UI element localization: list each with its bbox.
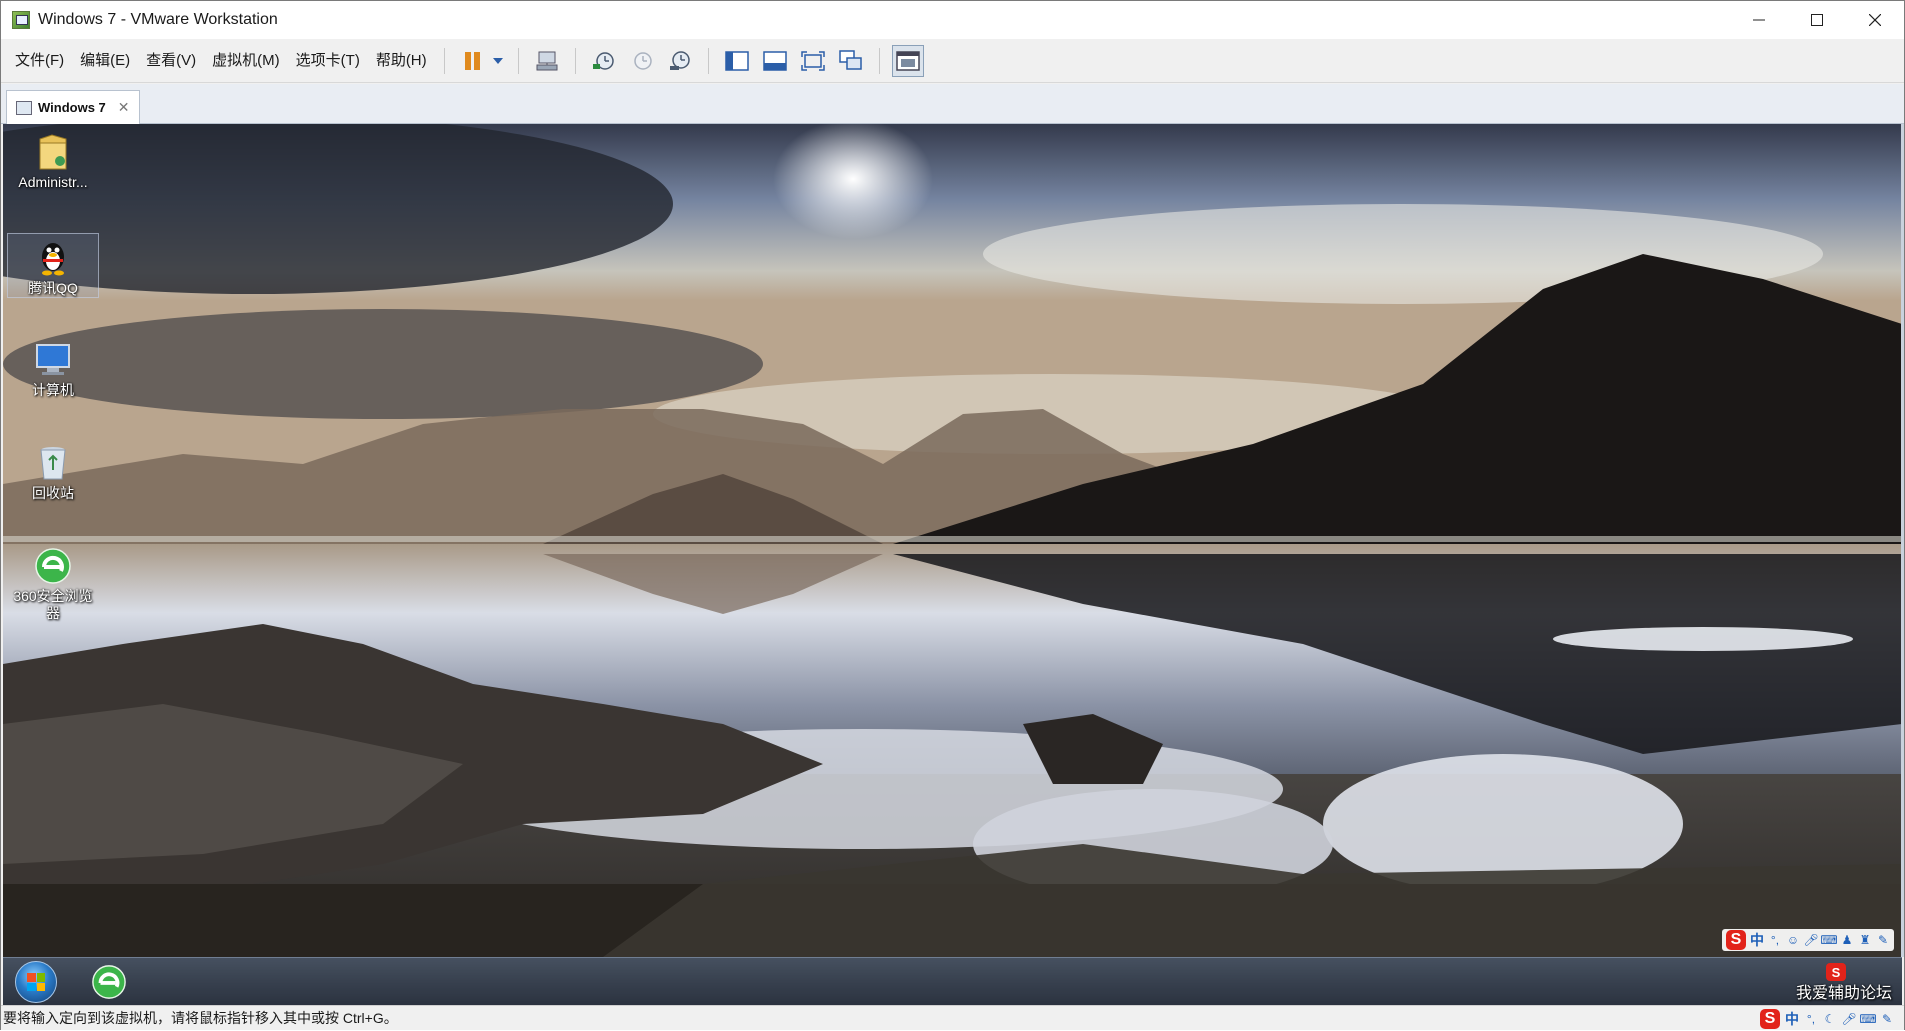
desktop-icon-administrator[interactable]: Administr...: [7, 128, 99, 191]
vmware-app-icon: [12, 11, 30, 29]
maximize-icon: [1811, 14, 1823, 26]
send-ctrl-alt-del-icon: [536, 51, 558, 70]
desktop-wallpaper: [3, 124, 1902, 957]
toolbar-separator: [574, 47, 576, 74]
take-snapshot-button[interactable]: [588, 45, 620, 77]
menu-toolbar: 文件(F) 编辑(E) 查看(V) 虚拟机(M) 选项卡(T) 帮助(H): [1, 39, 1904, 83]
toolbar-separator: [443, 47, 445, 74]
minimize-icon: [1753, 19, 1765, 21]
snapshot-manager-button[interactable]: [664, 45, 696, 77]
ime-voice-icon[interactable]: 🎤︎: [1803, 933, 1818, 947]
minimize-button[interactable]: [1730, 1, 1788, 39]
browser-360-icon: [33, 546, 73, 586]
start-button[interactable]: [15, 961, 57, 1003]
ime-language-indicator[interactable]: 中: [1750, 930, 1764, 950]
close-button[interactable]: [1846, 1, 1904, 39]
taskbar-360-browser[interactable]: [89, 962, 129, 1002]
window-title: Windows 7 - VMware Workstation: [38, 11, 278, 28]
tab-close-icon[interactable]: ✕: [118, 99, 130, 116]
fullscreen-button[interactable]: [797, 45, 829, 77]
snapshot-take-icon: [592, 51, 614, 70]
sogou-ime-icon: S: [1760, 1009, 1780, 1029]
desktop-icon-computer[interactable]: 计算机: [7, 336, 99, 399]
title-bar[interactable]: Windows 7 - VMware Workstation: [1, 1, 1904, 39]
guest-taskbar: [3, 957, 1902, 1005]
send-ctrl-alt-del-button[interactable]: [531, 45, 563, 77]
power-dropdown-button[interactable]: [490, 45, 506, 77]
guest-ime-toolbar[interactable]: S 中 °, ☺ 🎤︎ ⌨ ♟ ♜ ✎: [1722, 929, 1894, 951]
vm-screen-edge: [1901, 124, 1904, 957]
ime-tools-icon[interactable]: ✎: [1880, 1012, 1894, 1026]
toolbar-separator: [707, 47, 709, 74]
ime-skin-icon[interactable]: ♜: [1858, 933, 1872, 947]
sogou-ime-icon: S: [1726, 930, 1746, 950]
console-view-button[interactable]: [891, 44, 924, 77]
toolbar-separator: [878, 47, 880, 74]
tab-label: Windows 7: [38, 100, 106, 115]
menu-file[interactable]: 文件(F): [7, 46, 72, 76]
unity-icon: [838, 49, 862, 70]
menu-view[interactable]: 查看(V): [138, 46, 204, 76]
ime-tools-icon[interactable]: ✎: [1876, 933, 1890, 947]
computer-icon: [33, 340, 73, 380]
ime-user-icon[interactable]: ♟: [1840, 933, 1854, 947]
pause-icon: [464, 51, 480, 70]
recycle-bin-icon: [33, 443, 73, 483]
ime-emoji-icon[interactable]: ☺: [1786, 933, 1800, 947]
qq-penguin-icon: [33, 238, 73, 278]
ime-punctuation-icon[interactable]: °,: [1768, 933, 1782, 947]
tab-windows-7[interactable]: Windows 7 ✕: [6, 90, 140, 124]
vm-tab-strip: Windows 7 ✕: [1, 84, 1904, 124]
watermark-text: 我爱辅助论坛: [1795, 985, 1892, 1002]
maximize-button[interactable]: [1788, 1, 1846, 39]
windows-logo-icon: [27, 973, 45, 991]
vm-icon: [16, 100, 32, 115]
ime-language-indicator[interactable]: 中: [1785, 1009, 1799, 1029]
thumbnail-view-icon: [762, 50, 787, 71]
vmware-window: Windows 7 - VMware Workstation 文件(F) 编辑(…: [0, 0, 1905, 1030]
ime-keyboard-icon[interactable]: ⌨: [1820, 933, 1837, 947]
ime-moon-icon[interactable]: ☾: [1823, 1012, 1837, 1026]
snapshot-revert-icon: [633, 51, 652, 70]
thumbnail-view-button[interactable]: [759, 45, 791, 77]
console-view-icon: [895, 50, 920, 71]
user-folder-icon: [33, 132, 73, 172]
window-controls: [1730, 1, 1904, 39]
revert-snapshot-button[interactable]: [626, 45, 658, 77]
status-bar: 要将输入定向到该虚拟机，请将鼠标指针移入其中或按 Ctrl+G。 S 中 °, …: [1, 1005, 1904, 1030]
menu-tabs[interactable]: 选项卡(T): [288, 46, 368, 76]
desktop-icon-qq[interactable]: 腾讯QQ: [7, 233, 99, 298]
desktop-icon-360-browser[interactable]: 360安全浏览器: [7, 542, 99, 622]
desktop-icon-label: 回收站: [32, 485, 74, 501]
library-view-button[interactable]: [721, 45, 753, 77]
toolbar-separator: [517, 47, 519, 74]
desktop-icon-recycle-bin[interactable]: 回收站: [7, 439, 99, 502]
vm-guest-screen[interactable]: Administr... 腾讯QQ 计算机 回收站 360安全浏览器 S 中 °…: [3, 124, 1902, 957]
menu-help[interactable]: 帮助(H): [368, 46, 435, 76]
menu-edit[interactable]: 编辑(E): [72, 46, 138, 76]
desktop-icon-label: 腾讯QQ: [28, 280, 78, 296]
ime-punctuation-icon[interactable]: °,: [1804, 1012, 1818, 1026]
desktop-icon-label: Administr...: [18, 174, 88, 190]
pause-button[interactable]: [457, 45, 489, 77]
ime-keyboard-icon[interactable]: ⌨: [1859, 1012, 1876, 1026]
desktop-icon-label: 360安全浏览器: [13, 588, 93, 621]
status-message: 要将输入定向到该虚拟机，请将鼠标指针移入其中或按 Ctrl+G。: [3, 1010, 398, 1026]
desktop-icon-label: 计算机: [32, 382, 74, 398]
unity-button[interactable]: [835, 45, 867, 77]
library-view-icon: [724, 50, 749, 71]
host-ime-toolbar[interactable]: S 中 °, ☾ 🎤︎ ⌨ ✎: [1760, 1007, 1894, 1031]
menu-vm[interactable]: 虚拟机(M): [204, 46, 288, 76]
ime-voice-icon[interactable]: 🎤︎: [1841, 1012, 1856, 1026]
chevron-down-icon: [492, 57, 503, 64]
browser-360-icon: [92, 965, 126, 999]
snapshot-manager-icon: [669, 50, 690, 70]
close-icon: [1869, 14, 1881, 26]
fullscreen-icon: [800, 50, 825, 71]
